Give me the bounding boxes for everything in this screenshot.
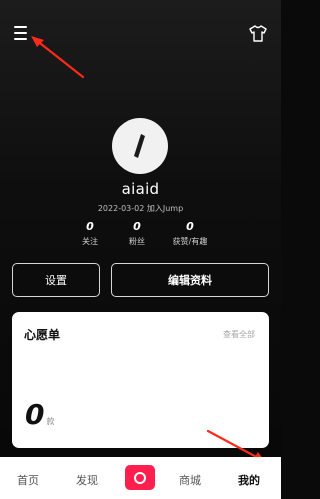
default-avatar-icon bbox=[134, 134, 145, 158]
wishlist-view-all-link[interactable]: 查看全部 bbox=[223, 329, 255, 340]
wishlist-count-value: 0 bbox=[25, 398, 45, 431]
profile-screen: aiaid 2022-03-02 加入Jump 0 关注 0 粉丝 0 获赞/有… bbox=[0, 0, 281, 499]
wishlist-title: 心愿单 bbox=[24, 328, 61, 342]
tab-home[interactable]: 首页 bbox=[17, 472, 39, 488]
join-date: 2022-03-02 加入Jump bbox=[97, 204, 184, 213]
stat-following[interactable]: 0 关注 bbox=[70, 220, 110, 247]
bottom-tab-bar: 首页 发现 商城 我的 bbox=[0, 457, 281, 499]
stat-following-value: 0 bbox=[86, 220, 94, 233]
stat-fans-value: 0 bbox=[133, 220, 141, 233]
record-icon bbox=[134, 471, 146, 484]
username: aiaid bbox=[121, 180, 160, 198]
stats-row: 0 关注 0 粉丝 0 获赞/有趣 bbox=[70, 220, 211, 250]
stat-fans[interactable]: 0 粉丝 bbox=[117, 220, 157, 247]
record-button[interactable] bbox=[125, 465, 155, 490]
tab-mine[interactable]: 我的 bbox=[238, 472, 260, 488]
stat-likes-value: 0 bbox=[186, 220, 194, 233]
stat-likes[interactable]: 0 获赞/有趣 bbox=[167, 220, 213, 247]
tab-discover[interactable]: 发现 bbox=[76, 472, 98, 488]
settings-button[interactable]: 设置 bbox=[12, 263, 100, 297]
edit-profile-button[interactable]: 编辑资料 bbox=[111, 263, 269, 297]
avatar[interactable] bbox=[112, 118, 168, 174]
top-bar bbox=[0, 0, 281, 56]
stat-fans-label: 粉丝 bbox=[129, 237, 145, 246]
stat-following-label: 关注 bbox=[82, 237, 98, 246]
tshirt-icon[interactable] bbox=[249, 25, 267, 42]
wishlist-card[interactable]: 心愿单 查看全部 0 款 bbox=[12, 312, 269, 448]
wishlist-count-unit: 款 bbox=[46, 417, 55, 426]
stat-likes-label: 获赞/有趣 bbox=[172, 237, 208, 246]
wishlist-count: 0 款 bbox=[25, 398, 54, 431]
tab-shop[interactable]: 商城 bbox=[179, 472, 201, 488]
menu-icon[interactable] bbox=[14, 25, 30, 41]
